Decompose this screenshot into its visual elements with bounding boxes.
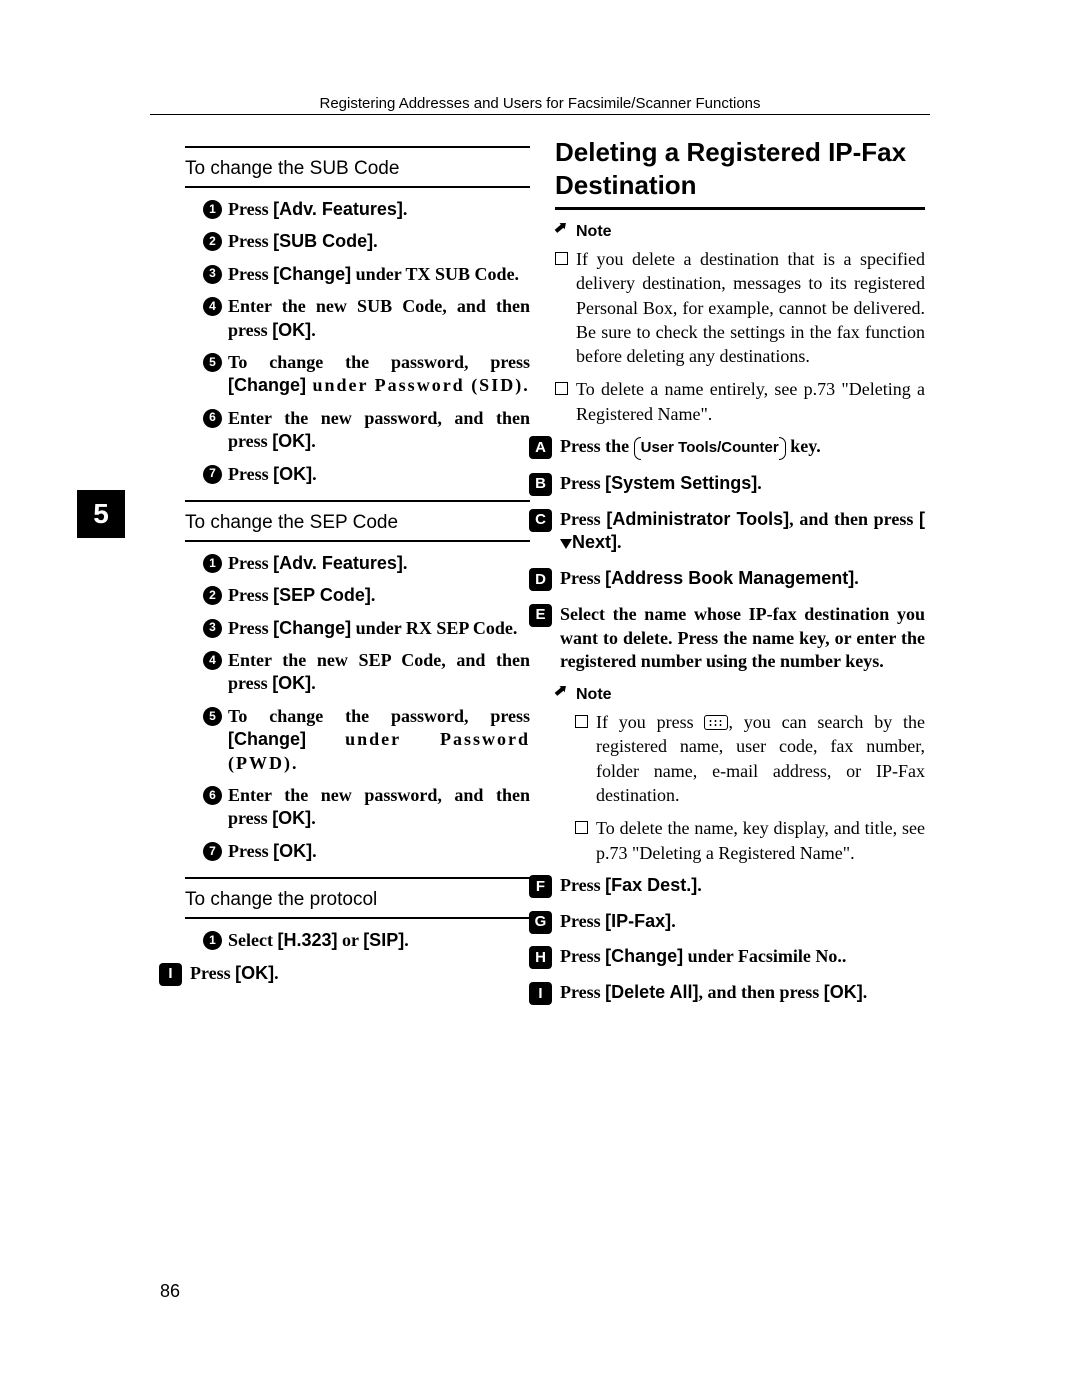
step-bullet-icon: 1 (203, 931, 222, 950)
major-step: E Select the name whose IP-fax destinati… (529, 603, 925, 674)
heading-rule (555, 207, 925, 210)
major-step: I Press [Delete All], and then press [OK… (529, 981, 925, 1005)
square-bullet-icon (575, 821, 588, 834)
subsection-title-protocol: To change the protocol (185, 889, 530, 911)
square-bullet-icon (555, 382, 568, 395)
ordered-step: 4 Enter the new SEP Code, and then press… (203, 649, 530, 696)
step-bullet-icon: 5 (203, 353, 222, 372)
step-bullet-icon: 1 (203, 554, 222, 573)
step-bullet-icon: 4 (203, 651, 222, 670)
section-rule (185, 186, 530, 188)
subsection-title-sub-code: To change the SUB Code (185, 158, 530, 180)
left-column: To change the SUB Code 1 Press [Adv. Fea… (185, 140, 530, 997)
chapter-tab: 5 (77, 490, 125, 538)
pencil-icon (552, 221, 575, 244)
step-box-icon: I (529, 982, 552, 1005)
note-bullet: If you press , you can search by the reg… (555, 710, 925, 807)
step-bullet-icon: 2 (203, 232, 222, 251)
step-bullet-icon: 6 (203, 409, 222, 428)
step-box-icon: A (529, 436, 552, 459)
section-rule (185, 877, 530, 879)
subsection-title-sep-code: To change the SEP Code (185, 512, 530, 534)
pencil-icon (552, 684, 575, 707)
ordered-step: 6 Enter the new password, and then press… (203, 407, 530, 454)
ordered-step: 5 To change the password, press [Change]… (203, 705, 530, 775)
step-bullet-icon: 6 (203, 786, 222, 805)
running-header: Registering Addresses and Users for Facs… (0, 95, 1080, 112)
square-bullet-icon (555, 252, 568, 265)
ordered-step: 2 Press [SUB Code]. (203, 230, 530, 253)
ordered-step: 7 Press [OK]. (203, 463, 530, 486)
section-rule (185, 500, 530, 502)
step-bullet-icon: 3 (203, 619, 222, 638)
key-label: User Tools/Counter (634, 437, 786, 460)
ordered-step: 3 Press [Change] under TX SUB Code. (203, 263, 530, 286)
step-box-icon: E (529, 604, 552, 627)
square-bullet-icon (575, 715, 588, 728)
ordered-step: 3 Press [Change] under RX SEP Code. (203, 617, 530, 640)
ordered-step: 1 Select [H.323] or [SIP]. (203, 929, 530, 952)
step-box-icon: H (529, 946, 552, 969)
section-rule (185, 540, 530, 542)
step-box-icon: D (529, 568, 552, 591)
step-bullet-icon: 4 (203, 297, 222, 316)
major-step: F Press [Fax Dest.]. (529, 874, 925, 898)
down-triangle-icon (560, 539, 572, 549)
major-step: C Press [Administrator Tools], and then … (529, 508, 925, 556)
section-heading: Deleting a Registered IP-Fax Destination (555, 136, 925, 201)
note-bullet: To delete the name, key display, and tit… (555, 816, 925, 865)
keyboard-icon (704, 715, 728, 730)
note-bullet: To delete a name entirely, see p.73 "Del… (555, 377, 925, 426)
section-rule (185, 146, 530, 148)
step-bullet-icon: 1 (203, 200, 222, 219)
note-bullet: If you delete a destination that is a sp… (555, 247, 925, 368)
major-step: H Press [Change] under Facsimile No.. (529, 945, 925, 969)
ordered-step: 7 Press [OK]. (203, 840, 530, 863)
step-bullet-icon: 2 (203, 586, 222, 605)
ordered-step: 4 Enter the new SUB Code, and then press… (203, 295, 530, 342)
ordered-step: 5 To change the password, press [Change]… (203, 351, 530, 398)
section-rule (185, 917, 530, 919)
note-heading: Note (555, 686, 925, 704)
ordered-step: 1 Press [Adv. Features]. (203, 552, 530, 575)
page-number: 86 (160, 1281, 180, 1302)
step-box-icon: B (529, 473, 552, 496)
step-box-icon: C (529, 509, 552, 532)
step-bullet-icon: 5 (203, 707, 222, 726)
step-bullet-icon: 7 (203, 842, 222, 861)
ordered-step: 1 Press [Adv. Features]. (203, 198, 530, 221)
step-box-icon: G (529, 911, 552, 934)
note-heading: Note (555, 223, 925, 241)
major-step: D Press [Address Book Management]. (529, 567, 925, 591)
step-bullet-icon: 7 (203, 465, 222, 484)
major-step: G Press [IP-Fax]. (529, 910, 925, 934)
right-column: Deleting a Registered IP-Fax Destination… (555, 136, 925, 1017)
header-rule (150, 114, 930, 115)
ordered-step: 2 Press [SEP Code]. (203, 584, 530, 607)
major-step: A Press the User Tools/Counter key. (529, 435, 925, 460)
step-bullet-icon: 3 (203, 265, 222, 284)
step-box-icon: F (529, 875, 552, 898)
step-box-icon: I (159, 963, 182, 986)
ordered-step: 6 Enter the new password, and then press… (203, 784, 530, 831)
major-step: I Press [OK]. (159, 962, 530, 986)
major-step: B Press [System Settings]. (529, 472, 925, 496)
